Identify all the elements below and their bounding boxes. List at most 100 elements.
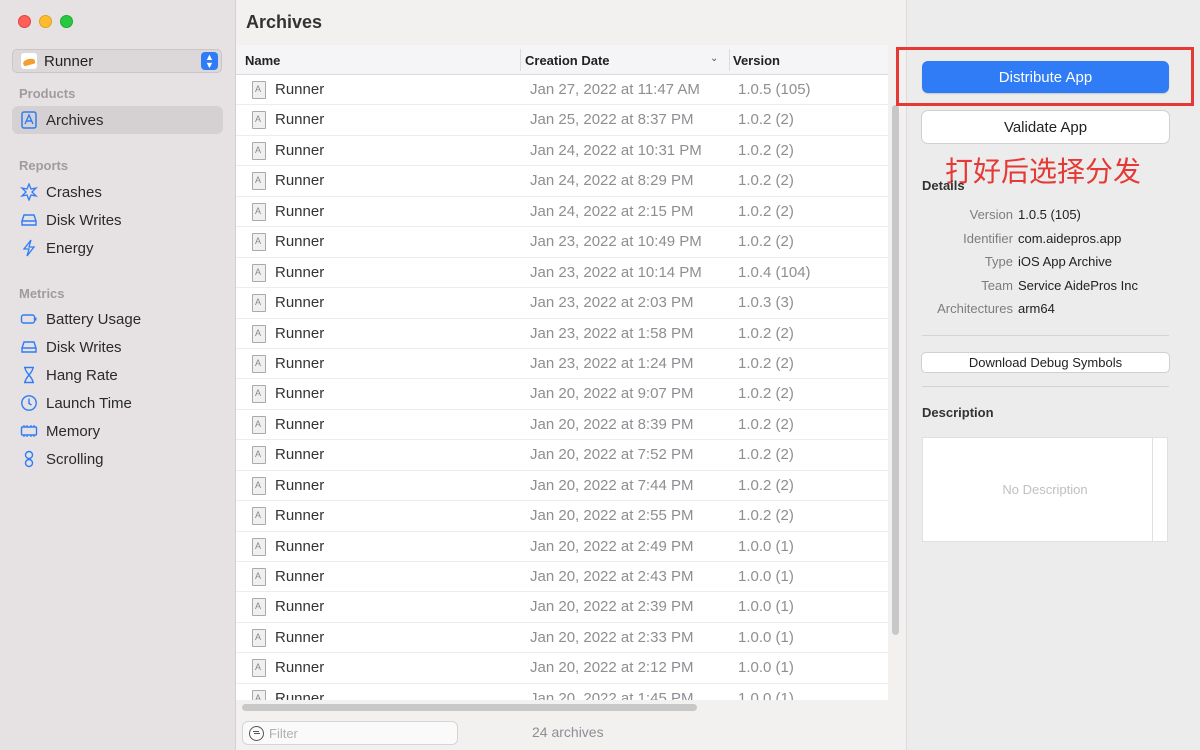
cell-name: Runner [275, 263, 325, 281]
description-field[interactable]: No Description [922, 437, 1168, 542]
sidebar-item-disk-writes[interactable]: Disk Writes [12, 206, 223, 234]
filter-field[interactable]: Filter [242, 721, 458, 745]
cell-name: Runner [275, 628, 325, 646]
archive-file-icon [252, 628, 266, 647]
cell-name: Runner [275, 172, 325, 190]
archives-pane: Archives Name Creation Date ⌄ Version Ru… [236, 0, 906, 750]
column-header-creation-date[interactable]: Creation Date [525, 53, 610, 68]
table-header: Name Creation Date ⌄ Version [236, 45, 888, 75]
download-debug-symbols-button[interactable]: Download Debug Symbols [922, 353, 1169, 372]
sidebar-item-archives[interactable]: Archives [12, 106, 223, 134]
sidebar-item-scrolling[interactable]: Scrolling [12, 445, 223, 473]
table-row[interactable]: Runner Jan 20, 2022 at 2:39 PM 1.0.0 (1) [236, 592, 888, 623]
sidebar-item-energy[interactable]: Energy [12, 234, 223, 262]
cell-version: 1.0.2 (2) [738, 172, 794, 190]
cell-creation-date: Jan 23, 2022 at 1:58 PM [530, 324, 694, 342]
cell-version: 1.0.0 (1) [738, 537, 794, 555]
table-row[interactable]: Runner Jan 27, 2022 at 11:47 AM 1.0.5 (105… [236, 75, 888, 106]
divider [922, 335, 1169, 336]
cell-name: Runner [275, 141, 325, 159]
cell-creation-date: Jan 20, 2022 at 1:45 PM [530, 689, 694, 700]
table-row[interactable]: Runner Jan 20, 2022 at 2:43 PM 1.0.0 (1) [236, 562, 888, 593]
description-placeholder: No Description [1002, 482, 1088, 497]
cell-version: 1.0.2 (2) [738, 476, 794, 494]
archive-file-icon [252, 385, 266, 404]
divider [922, 386, 1169, 387]
archive-file-icon [252, 476, 266, 495]
table-row[interactable]: Runner Jan 23, 2022 at 10:14 PM 1.0.4 (104… [236, 258, 888, 289]
cell-name: Runner [275, 354, 325, 372]
cell-creation-date: Jan 23, 2022 at 2:03 PM [530, 294, 694, 312]
archive-file-icon [252, 324, 266, 343]
sidebar-item-label: Energy [46, 239, 94, 257]
table-row[interactable]: Runner Jan 24, 2022 at 2:15 PM 1.0.2 (2) [236, 197, 888, 228]
horizontal-scrollbar[interactable] [242, 704, 697, 711]
zoom-window-button[interactable] [60, 15, 73, 28]
table-row[interactable]: Runner Jan 20, 2022 at 2:33 PM 1.0.0 (1) [236, 623, 888, 654]
archive-file-icon [252, 202, 266, 221]
sidebar-item-hang-rate[interactable]: Hang Rate [12, 361, 223, 389]
table-row[interactable]: Runner Jan 23, 2022 at 1:58 PM 1.0.2 (2) [236, 319, 888, 349]
archives-icon [19, 110, 39, 130]
table-row[interactable]: Runner Jan 25, 2022 at 8:37 PM 1.0.2 (2) [236, 105, 888, 136]
cell-version: 1.0.2 (2) [738, 202, 794, 220]
archive-file-icon [252, 415, 266, 434]
minimize-window-button[interactable] [39, 15, 52, 28]
column-header-version[interactable]: Version [733, 53, 780, 68]
close-window-button[interactable] [18, 15, 31, 28]
chevron-updown-icon[interactable]: ▲ ▼ [201, 52, 218, 70]
table-row[interactable]: Runner Jan 20, 2022 at 7:52 PM 1.0.2 (2) [236, 440, 888, 471]
column-header-name[interactable]: Name [245, 53, 280, 68]
window-controls [18, 15, 73, 28]
cell-creation-date: Jan 20, 2022 at 2:55 PM [530, 507, 694, 525]
archive-file-icon [252, 294, 266, 313]
cell-name: Runner [275, 415, 325, 433]
validate-app-button[interactable]: Validate App [922, 111, 1169, 143]
cell-version: 1.0.5 (105) [738, 81, 811, 98]
table-row[interactable]: Runner Jan 23, 2022 at 1:24 PM 1.0.2 (2) [236, 349, 888, 380]
sidebar-item-label: Launch Time [46, 394, 132, 412]
sidebar-item-launch-time[interactable]: Launch Time [12, 389, 223, 417]
detail-value: 1.0.5 (105) [1018, 207, 1081, 222]
detail-key: Architectures [937, 301, 1013, 316]
section-products: Products [19, 86, 76, 101]
table-row[interactable]: Runner Jan 23, 2022 at 2:03 PM 1.0.3 (3) [236, 288, 888, 319]
archive-file-icon [252, 537, 266, 556]
scheme-selector[interactable]: Runner ▲ ▼ [12, 49, 222, 73]
table-row[interactable]: Runner Jan 20, 2022 at 2:55 PM 1.0.2 (2) [236, 501, 888, 532]
table-row[interactable]: Runner Jan 23, 2022 at 10:49 PM 1.0.2 (2) [236, 227, 888, 258]
archive-file-icon [252, 568, 266, 586]
vertical-scrollbar[interactable] [892, 105, 899, 635]
cell-version: 1.0.2 (2) [738, 233, 794, 251]
table-row[interactable]: Runner Jan 20, 2022 at 7:44 PM 1.0.2 (2) [236, 471, 888, 502]
sidebar-item-battery-usage[interactable]: Battery Usage [12, 305, 223, 333]
sidebar-item-disk-writes-metric[interactable]: Disk Writes [12, 333, 223, 361]
cell-creation-date: Jan 20, 2022 at 9:07 PM [530, 385, 694, 403]
section-metrics: Metrics [19, 286, 65, 301]
filter-icon [249, 725, 264, 741]
cell-version: 1.0.0 (1) [738, 659, 794, 677]
cell-name: Runner [275, 233, 325, 251]
cell-version: 1.0.2 (2) [738, 507, 794, 525]
table-row[interactable]: Runner Jan 20, 2022 at 9:07 PM 1.0.2 (2) [236, 379, 888, 410]
table-row[interactable]: Runner Jan 20, 2022 at 2:12 PM 1.0.0 (1) [236, 653, 888, 684]
sidebar-item-memory[interactable]: Memory [12, 417, 223, 445]
sidebar-item-crashes[interactable]: Crashes [12, 178, 223, 206]
details-heading: Details [922, 178, 965, 193]
crashes-icon [19, 182, 39, 202]
sidebar-item-label: Memory [46, 422, 101, 440]
detail-key: Identifier [963, 231, 1013, 246]
sort-chevron-down-icon[interactable]: ⌄ [710, 53, 718, 64]
table-row[interactable]: Runner Jan 20, 2022 at 8:39 PM 1.0.2 (2) [236, 410, 888, 441]
cell-creation-date: Jan 23, 2022 at 1:24 PM [530, 354, 694, 372]
table-row[interactable]: Runner Jan 24, 2022 at 8:29 PM 1.0.2 (2) [236, 166, 888, 197]
cell-creation-date: Jan 20, 2022 at 2:43 PM [530, 568, 694, 585]
archive-file-icon [252, 233, 266, 252]
table-row[interactable]: Runner Jan 20, 2022 at 1:45 PM 1.0.0 (1) [236, 684, 888, 700]
table-row[interactable]: Runner Jan 24, 2022 at 10:31 PM 1.0.2 (2) [236, 136, 888, 167]
table-row[interactable]: Runner Jan 20, 2022 at 2:49 PM 1.0.0 (1) [236, 532, 888, 562]
archive-file-icon [252, 507, 266, 526]
cell-version: 1.0.0 (1) [738, 568, 794, 585]
cell-creation-date: Jan 23, 2022 at 10:14 PM [530, 263, 702, 281]
detail-value: arm64 [1018, 301, 1055, 316]
